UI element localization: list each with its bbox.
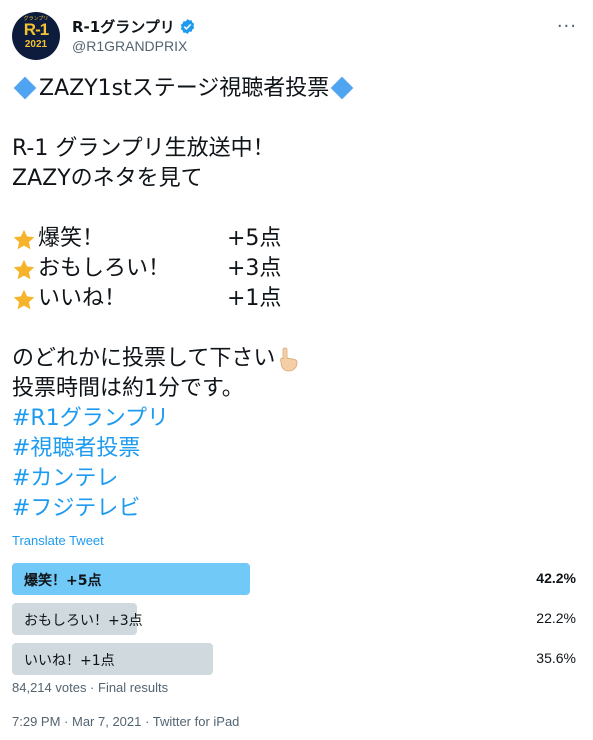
- hashtag-link[interactable]: #R1グランプリ: [12, 404, 572, 434]
- poll-summary: 84,214 votes · Final results: [12, 680, 169, 695]
- separator: ·: [145, 714, 153, 729]
- score-points: +3点: [227, 256, 282, 281]
- score-label: おもしろい！: [38, 256, 171, 281]
- score-row: おもしろい！ +3点: [12, 254, 572, 284]
- avatar-logo-text: R-1: [23, 20, 49, 39]
- avatar[interactable]: グランプリ R-1 2021: [12, 12, 60, 60]
- tweet-title: ZAZY1stステージ視聴者投票: [39, 76, 330, 101]
- poll-option: 爆笑！+5点 42.2%: [12, 563, 582, 595]
- score-label: 爆笑！: [38, 226, 105, 251]
- poll-option: おもしろい！+3点 22.2%: [12, 603, 582, 635]
- star-icon: [13, 259, 35, 280]
- name-row: R-1グランプリ: [72, 16, 196, 37]
- diamond-icon: [13, 76, 37, 100]
- poll-option: いいね！+1点 35.6%: [12, 643, 582, 675]
- score-row: いいね！ +1点: [12, 284, 572, 314]
- tweet-timestamp: 7:29 PM · Mar 7, 2021 · Twitter for iPad: [12, 714, 239, 729]
- pointing-hand-icon: [280, 347, 298, 372]
- display-name[interactable]: R-1グランプリ: [72, 16, 175, 37]
- hashtag-link[interactable]: #視聴者投票: [12, 434, 572, 464]
- verified-badge-icon: [180, 19, 194, 34]
- more-icon[interactable]: ···: [557, 16, 577, 37]
- tweet-line-4: 投票時間は約1分です。: [12, 376, 244, 401]
- hashtag-link[interactable]: #フジテレビ: [12, 494, 572, 524]
- star-icon: [13, 289, 35, 310]
- hashtag-link[interactable]: #カンテレ: [12, 464, 572, 494]
- tweet-line-3: のどれかに投票して下さい: [12, 344, 572, 374]
- title-line: ZAZY1stステージ視聴者投票: [12, 74, 572, 104]
- separator: ·: [64, 714, 72, 729]
- poll-option-percent: 35.6%: [536, 650, 576, 666]
- poll-option-percent: 42.2%: [536, 570, 576, 586]
- score-row: 爆笑！ +5点: [12, 224, 572, 254]
- diamond-icon: [330, 76, 354, 100]
- avatar-year-text: 2021: [24, 39, 48, 50]
- tweet-date[interactable]: Mar 7, 2021: [72, 714, 141, 729]
- poll-option-percent: 22.2%: [536, 610, 576, 626]
- tweet-text: ZAZY1stステージ視聴者投票 R-1 グランプリ生放送中！ ZAZYのネタを…: [12, 74, 572, 524]
- poll: 爆笑！+5点 42.2% おもしろい！+3点 22.2% いいね！+1点 35.…: [12, 563, 582, 683]
- tweet-header: グランプリ R-1 2021 R-1グランプリ @R1GRANDPRIX ···: [12, 8, 581, 64]
- tweet-time[interactable]: 7:29 PM: [12, 714, 60, 729]
- star-icon: [13, 229, 35, 250]
- tweet-line-2: ZAZYのネタを見て: [12, 166, 203, 191]
- poll-option-label: 爆笑！+5点: [24, 573, 102, 589]
- tweet-line-1: R-1 グランプリ生放送中！: [12, 136, 275, 161]
- user-handle[interactable]: @R1GRANDPRIX: [72, 38, 187, 54]
- score-label: いいね！: [38, 286, 127, 311]
- tweet-source[interactable]: Twitter for iPad: [153, 714, 240, 729]
- poll-option-label: おもしろい！+3点: [24, 613, 143, 629]
- score-points: +1点: [227, 286, 282, 311]
- poll-option-label: いいね！+1点: [24, 653, 115, 669]
- score-points: +5点: [227, 226, 282, 251]
- translate-tweet-link[interactable]: Translate Tweet: [12, 533, 104, 548]
- tweet-line-3-text: のどれかに投票して下さい: [12, 346, 276, 371]
